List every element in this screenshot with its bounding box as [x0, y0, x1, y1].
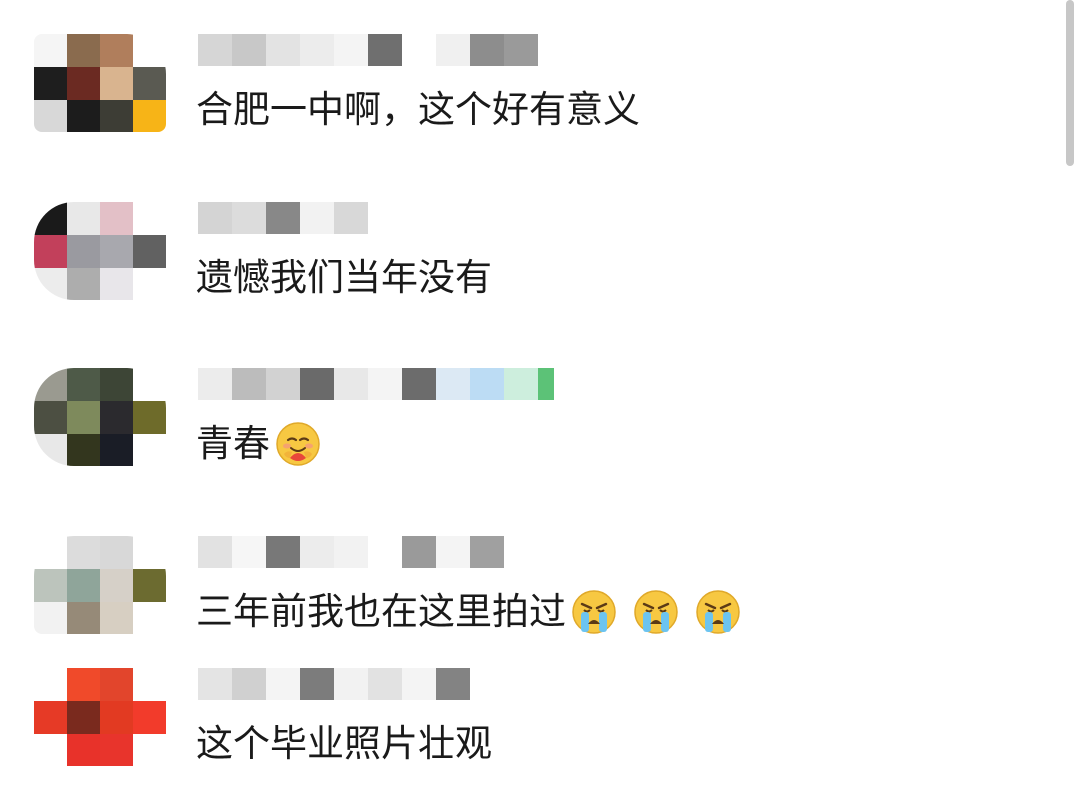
comment-body: 三年前我也在这里拍过	[196, 590, 566, 633]
comment-list: 合肥一中啊，这个好有意义 遗憾我们当年没有 青春 三年前我也在这里拍过 这个毕业…	[0, 0, 1080, 802]
loudly-crying-face-icon	[634, 590, 678, 634]
username-blurred[interactable]	[198, 202, 368, 234]
comment-text: 遗憾我们当年没有	[196, 254, 492, 302]
comment-item[interactable]: 合肥一中啊，这个好有意义	[0, 34, 1060, 174]
username-blurred[interactable]	[198, 368, 554, 400]
comment-body: 遗憾我们当年没有	[196, 256, 492, 299]
comment-body: 这个毕业照片壮观	[196, 722, 492, 765]
comment-item[interactable]: 青春	[0, 368, 1060, 508]
username-blurred[interactable]	[198, 536, 504, 568]
avatar[interactable]	[34, 34, 166, 132]
scrollbar[interactable]	[1066, 0, 1074, 166]
avatar[interactable]	[34, 536, 166, 634]
hugging-face-icon	[276, 422, 320, 466]
avatar[interactable]	[34, 202, 166, 300]
comment-item[interactable]: 这个毕业照片壮观	[0, 668, 1060, 808]
comment-text: 合肥一中啊，这个好有意义	[196, 86, 640, 134]
username-blurred[interactable]	[198, 668, 470, 700]
comment-text: 三年前我也在这里拍过	[196, 588, 752, 636]
loudly-crying-face-icon	[572, 590, 616, 634]
avatar[interactable]	[34, 668, 166, 766]
comment-text: 青春	[196, 420, 332, 468]
loudly-crying-face-icon	[696, 590, 740, 634]
avatar[interactable]	[34, 368, 166, 466]
comment-text: 这个毕业照片壮观	[196, 720, 492, 768]
username-blurred[interactable]	[198, 34, 538, 66]
comment-body: 合肥一中啊，这个好有意义	[196, 88, 640, 131]
comment-body: 青春	[196, 422, 270, 465]
comment-item[interactable]: 三年前我也在这里拍过	[0, 536, 1060, 676]
comment-item[interactable]: 遗憾我们当年没有	[0, 202, 1060, 342]
